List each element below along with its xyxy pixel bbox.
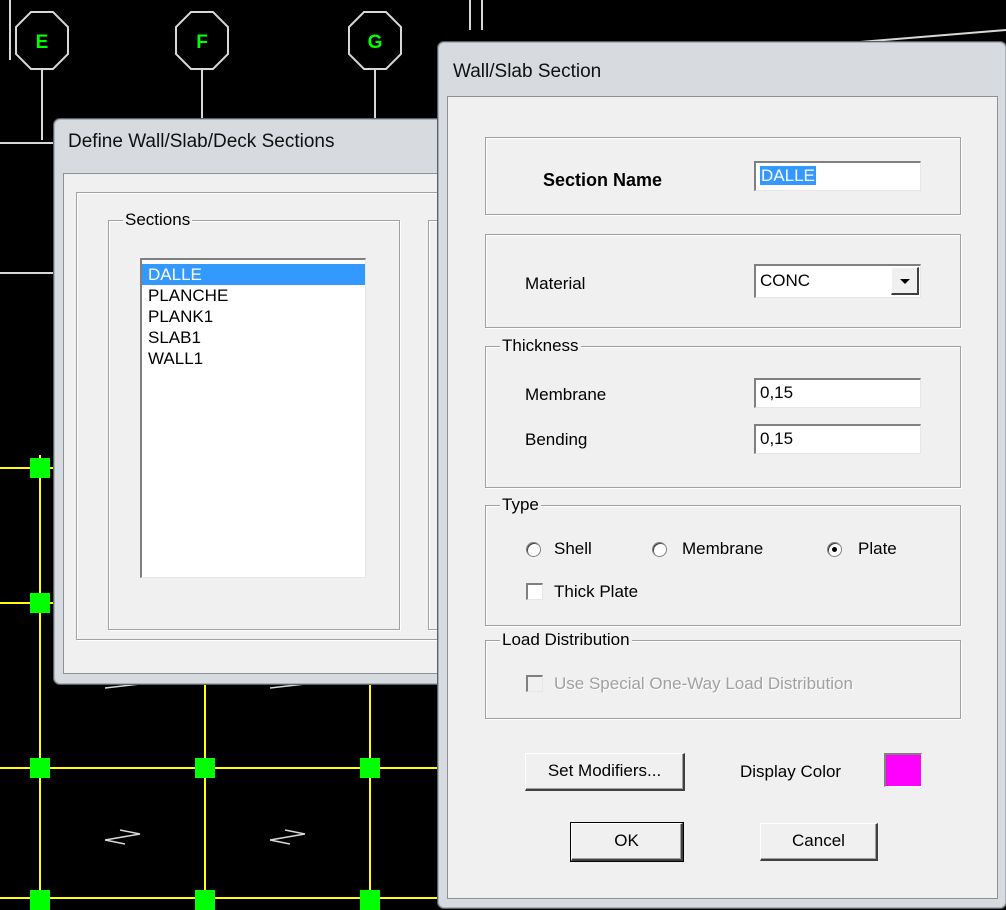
grid-label-g: G <box>368 32 383 53</box>
thick-plate-checkbox[interactable] <box>526 583 543 600</box>
display-color-swatch[interactable] <box>884 753 922 787</box>
wall-slab-section-window: Wall/Slab Section Section Name DALLE Mat… <box>437 41 1006 909</box>
joint-node <box>30 890 50 910</box>
sections-group-label: Sections <box>123 210 193 230</box>
radio-dot-icon <box>832 547 837 552</box>
set-modifiers-button[interactable]: Set Modifiers... <box>525 753 685 791</box>
joint-node <box>360 890 380 910</box>
window-title: Wall/Slab Section <box>453 61 602 82</box>
membrane-radio[interactable] <box>652 542 667 557</box>
joint-node <box>30 758 50 778</box>
material-select[interactable]: CONC <box>754 264 921 298</box>
type-group: Type <box>485 495 961 626</box>
list-item[interactable]: SLAB1 <box>142 327 365 348</box>
ok-button[interactable]: OK <box>570 822 684 862</box>
bending-field[interactable]: 0,15 <box>754 424 921 454</box>
type-group-label: Type <box>500 495 541 515</box>
thickness-group: Thickness <box>485 336 961 488</box>
one-way-checkbox <box>526 675 543 692</box>
section-name-field[interactable]: DALLE <box>754 161 921 191</box>
section-name-value: DALLE <box>760 166 816 185</box>
list-item[interactable]: PLANK1 <box>142 306 365 327</box>
grid-label-f: F <box>196 32 208 53</box>
one-way-arrow-icon <box>269 829 306 845</box>
material-value: CONC <box>760 271 811 290</box>
window-title: Define Wall/Slab/Deck Sections <box>68 131 335 152</box>
sections-list[interactable]: DALLE PLANCHE PLANK1 SLAB1 WALL1 <box>140 258 366 578</box>
section-name-label: Section Name <box>543 170 663 190</box>
grid-label-e: E <box>36 32 49 53</box>
thickness-group-label: Thickness <box>500 336 581 356</box>
joint-node <box>195 890 215 910</box>
bending-label: Bending <box>525 430 588 449</box>
dropdown-button[interactable] <box>891 267 919 295</box>
define-sections-window: Define Wall/Slab/Deck Sections Sections … <box>53 118 459 685</box>
list-item[interactable]: WALL1 <box>142 348 365 369</box>
one-way-label: Use Special One-Way Load Distribution <box>554 674 853 693</box>
define-sections-client: Sections DALLE PLANCHE PLANK1 SLAB1 WALL… <box>63 173 459 674</box>
plate-label[interactable]: Plate <box>858 538 897 560</box>
joint-node <box>195 758 215 778</box>
membrane-label: Membrane <box>525 385 607 404</box>
cancel-button[interactable]: Cancel <box>760 823 878 861</box>
display-color-label: Display Color <box>740 762 842 781</box>
shell-label[interactable]: Shell <box>554 538 592 560</box>
joint-node <box>30 458 50 478</box>
joint-node <box>30 593 50 613</box>
thick-plate-label[interactable]: Thick Plate <box>554 581 638 603</box>
joint-node <box>360 758 380 778</box>
membrane-radio-label[interactable]: Membrane <box>682 538 763 560</box>
section-client: Section Name DALLE Material CONC Thickne… <box>447 96 998 899</box>
load-distribution-group-label: Load Distribution <box>500 630 632 650</box>
material-label: Material <box>525 274 586 293</box>
membrane-field[interactable]: 0,15 <box>754 378 921 408</box>
list-item[interactable]: PLANCHE <box>142 285 365 306</box>
plate-radio[interactable] <box>827 542 842 557</box>
shell-radio[interactable] <box>526 542 541 557</box>
list-item[interactable]: DALLE <box>142 264 365 285</box>
one-way-arrow-icon <box>104 829 141 845</box>
chevron-down-icon <box>900 279 910 284</box>
